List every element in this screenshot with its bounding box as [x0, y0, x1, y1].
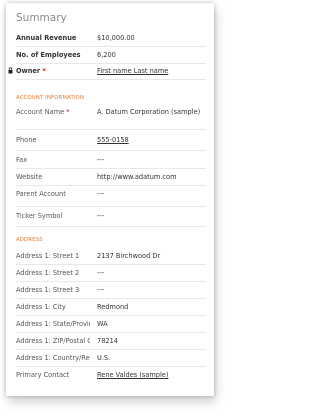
phone-link[interactable]: 555-0158	[97, 136, 129, 144]
address-heading: ADDRESS	[16, 237, 43, 243]
summary-panel: Summary Annual Revenue $10,000.00 No. of…	[6, 3, 214, 396]
fax-label: Fax	[16, 156, 28, 164]
account-information-heading: ACCOUNT INFORMATION	[16, 95, 85, 101]
annual-revenue-value[interactable]: $10,000.00	[97, 34, 135, 42]
street1-label: Address 1: Street 1	[16, 252, 80, 260]
city-label: Address 1: City	[16, 303, 66, 311]
divider	[16, 366, 206, 367]
required-marker: *	[42, 67, 46, 75]
annual-revenue-label: Annual Revenue	[16, 34, 77, 42]
state-label: Address 1: State/Provinc	[16, 320, 90, 328]
employees-label: No. of Employees	[16, 51, 81, 59]
divider	[16, 129, 206, 130]
fax-value[interactable]: ---	[97, 156, 104, 164]
primary-contact-label: Primary Contact	[16, 371, 70, 379]
divider	[16, 315, 206, 316]
website-link[interactable]: http://www.adatum.com	[97, 173, 177, 181]
street3-label: Address 1: Street 3	[16, 286, 80, 294]
divider	[16, 349, 206, 350]
lock-icon	[8, 67, 13, 74]
summary-title: Summary	[16, 12, 67, 24]
country-label: Address 1: Country/Regi	[16, 354, 90, 362]
zip-value[interactable]: 78214	[97, 337, 118, 345]
divider	[16, 168, 206, 169]
phone-label: Phone	[16, 136, 37, 144]
divider	[16, 63, 206, 64]
divider	[16, 281, 206, 282]
street3-value[interactable]: ---	[97, 286, 104, 294]
account-name-label: Account Name *	[16, 108, 70, 116]
city-value[interactable]: Redmond	[97, 303, 128, 311]
ticker-symbol-label: Ticker Symbol	[16, 212, 63, 220]
street1-value[interactable]: 2137 Birchwood Dr	[97, 252, 160, 260]
divider	[16, 46, 206, 47]
website-label: Website	[16, 173, 43, 181]
zip-label: Address 1: ZIP/Postal Co	[16, 337, 90, 345]
divider	[16, 298, 206, 299]
state-value[interactable]: WA	[97, 320, 108, 328]
parent-account-value[interactable]: ---	[97, 190, 104, 198]
owner-label: Owner *	[16, 67, 46, 75]
divider	[16, 185, 206, 186]
account-name-value[interactable]: A. Datum Corporation (sample)	[97, 108, 207, 116]
divider	[16, 206, 206, 207]
divider	[16, 332, 206, 333]
country-value[interactable]: U.S.	[97, 354, 110, 362]
street2-value[interactable]: ---	[97, 269, 104, 277]
ticker-symbol-value[interactable]: ---	[97, 212, 104, 220]
divider	[16, 150, 206, 151]
street2-label: Address 1: Street 2	[16, 269, 80, 277]
divider	[16, 264, 206, 265]
divider	[16, 79, 206, 80]
parent-account-label: Parent Account	[16, 190, 66, 198]
required-marker: *	[66, 108, 70, 116]
primary-contact-link[interactable]: Rene Valdes (sample)	[97, 371, 168, 379]
owner-link[interactable]: First name Last name	[97, 67, 168, 75]
divider	[16, 226, 206, 227]
employees-value[interactable]: 6,200	[97, 51, 116, 59]
